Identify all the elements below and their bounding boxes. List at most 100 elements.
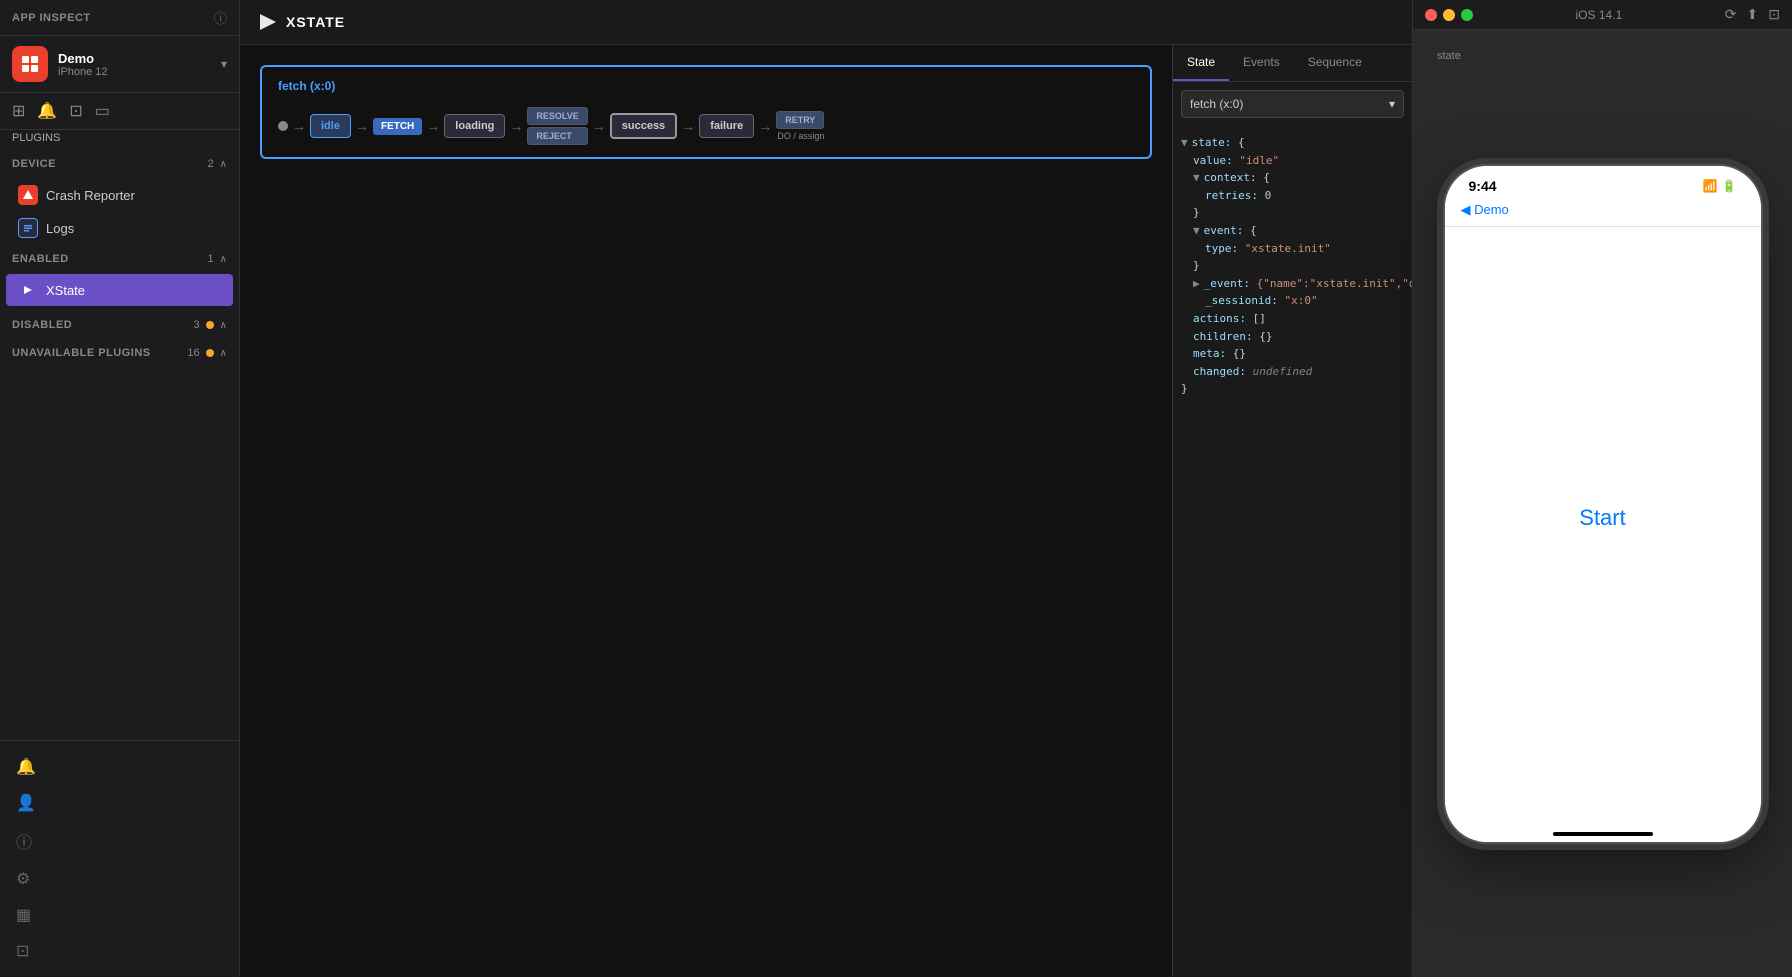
retry-event-btn[interactable]: RETRY bbox=[776, 111, 824, 129]
home-bar-line bbox=[1553, 832, 1653, 836]
logs-label: Logs bbox=[46, 221, 221, 236]
tree-row-13: changed: undefined bbox=[1181, 363, 1404, 381]
tab-events[interactable]: Events bbox=[1229, 45, 1294, 81]
tree-toggle-5[interactable]: ▼ bbox=[1193, 222, 1200, 240]
simulator-title: iOS 14.1 bbox=[1576, 8, 1623, 22]
bottom-user-icon[interactable]: 👤 bbox=[0, 785, 239, 821]
phone-time: 9:44 bbox=[1469, 178, 1497, 194]
phone-status-icons: 📶 🔋 bbox=[1703, 179, 1737, 193]
device-section: Device 2 ∧ Crash Reporter Logs bbox=[0, 150, 239, 245]
sim-share-icon[interactable]: ⬆ bbox=[1747, 6, 1759, 23]
bottom-settings-icon[interactable]: ⚙ bbox=[0, 861, 239, 897]
xstate-icon bbox=[18, 280, 38, 300]
bottom-screen-icon[interactable]: ⊡ bbox=[0, 933, 239, 969]
simulator-panel: iOS 14.1 ⟳ ⬆ ⊡ state 9:44 📶 🔋 ◀ Demo bbox=[1412, 0, 1792, 977]
app-selector[interactable]: Demo iPhone 12 ▾ bbox=[0, 36, 239, 93]
screen-icon[interactable]: ▭ bbox=[95, 101, 110, 121]
app-name: Demo bbox=[58, 51, 221, 66]
main-content: XSTATE fetch (x:0) → idle → bbox=[240, 0, 1412, 977]
app-title: APP INSPECT bbox=[12, 12, 91, 24]
state-diagram[interactable]: fetch (x:0) → idle → FETCH → bbox=[240, 45, 1172, 977]
failure-node[interactable]: failure bbox=[699, 114, 754, 138]
sim-rotate-icon[interactable]: ⟳ bbox=[1725, 6, 1737, 23]
bottom-info-icon[interactable]: ⓘ bbox=[0, 821, 239, 861]
tab-sequence[interactable]: Sequence bbox=[1294, 45, 1376, 81]
device-chevron-icon: ∧ bbox=[220, 159, 227, 170]
bottom-grid-icon[interactable]: ▦ bbox=[0, 897, 239, 933]
grid-icon[interactable]: ⊞ bbox=[12, 101, 25, 121]
device-section-label: Device bbox=[12, 158, 56, 170]
logs-icon bbox=[18, 218, 38, 238]
state-select[interactable]: fetch (x:0) ▾ bbox=[1181, 90, 1404, 118]
unavailable-section-header[interactable]: Unavailable plugins 16 ∧ bbox=[0, 339, 239, 367]
tree-toggle-2[interactable]: ▼ bbox=[1193, 169, 1200, 187]
xstate-header: XSTATE bbox=[240, 0, 1412, 45]
tab-state[interactable]: State bbox=[1173, 45, 1229, 81]
app-chevron-icon[interactable]: ▾ bbox=[221, 57, 227, 71]
camera-icon[interactable]: ⊡ bbox=[69, 101, 82, 121]
tree-row-8: ▶ _event: {"name":"xstate.init","da... bbox=[1181, 275, 1404, 293]
tree-row-6: type: "xstate.init" bbox=[1181, 240, 1404, 258]
tree-row-0: ▼ state: { bbox=[1181, 134, 1404, 152]
device-section-header[interactable]: Device 2 ∧ bbox=[0, 150, 239, 178]
logs-item[interactable]: Logs bbox=[6, 212, 233, 244]
xstate-item[interactable]: XState bbox=[6, 274, 233, 306]
crash-reporter-icon bbox=[18, 185, 38, 205]
minimize-button[interactable] bbox=[1443, 9, 1455, 21]
disabled-section-header[interactable]: Disabled 3 ∧ bbox=[0, 311, 239, 339]
unavailable-section-label: Unavailable plugins bbox=[12, 347, 151, 359]
simulator-titlebar: iOS 14.1 ⟳ ⬆ ⊡ bbox=[1413, 0, 1792, 30]
enabled-count: 1 bbox=[208, 253, 214, 265]
state-select-chevron: ▾ bbox=[1389, 97, 1395, 111]
tree-row-3: retries: 0 bbox=[1181, 187, 1404, 205]
tree-row-10: actions: [] bbox=[1181, 310, 1404, 328]
tree-row-4: } bbox=[1181, 204, 1404, 222]
bell-icon[interactable]: 🔔 bbox=[37, 101, 57, 121]
tree-row-9: _sessionid: "x:0" bbox=[1181, 292, 1404, 310]
state-tree: ▼ state: { value: "idle" ▼ context: { bbox=[1173, 126, 1412, 977]
unavailable-count: 16 bbox=[187, 347, 199, 359]
idle-node[interactable]: idle bbox=[310, 114, 351, 138]
enabled-chevron-icon: ∧ bbox=[220, 254, 227, 265]
phone-frame: 9:44 📶 🔋 ◀ Demo Start bbox=[1443, 164, 1763, 844]
xstate-label: XState bbox=[46, 283, 221, 298]
enabled-section-header[interactable]: Enabled 1 ∧ bbox=[0, 245, 239, 273]
xstate-logo: XSTATE bbox=[256, 10, 345, 34]
traffic-lights bbox=[1425, 9, 1473, 21]
tree-row-7: } bbox=[1181, 257, 1404, 275]
unavailable-section-count: 16 ∧ bbox=[187, 347, 227, 359]
resolve-event-btn[interactable]: RESOLVE bbox=[527, 107, 587, 125]
tree-row-5: ▼ event: { bbox=[1181, 222, 1404, 240]
crash-reporter-item[interactable]: Crash Reporter bbox=[6, 179, 233, 211]
fetch-event-btn[interactable]: FETCH bbox=[373, 118, 422, 135]
info-icon[interactable]: ⓘ bbox=[214, 8, 227, 27]
sidebar-bottom: 🔔 👤 ⓘ ⚙ ▦ ⊡ bbox=[0, 740, 239, 977]
right-panel: State Events Sequence fetch (x:0) ▾ bbox=[1172, 45, 1412, 977]
enabled-section: Enabled 1 ∧ XState bbox=[0, 245, 239, 307]
reject-event-btn[interactable]: REJECT bbox=[527, 127, 587, 145]
fetch-container: fetch (x:0) → idle → FETCH → bbox=[260, 65, 1152, 159]
start-button[interactable]: Start bbox=[1579, 505, 1625, 531]
tree-toggle-8[interactable]: ▶ bbox=[1193, 275, 1200, 293]
enabled-section-label: Enabled bbox=[12, 253, 69, 265]
state-select-value: fetch (x:0) bbox=[1190, 97, 1243, 111]
arrow-4: → bbox=[509, 118, 523, 134]
tree-row-12: meta: {} bbox=[1181, 345, 1404, 363]
loading-label: loading bbox=[455, 120, 494, 132]
bottom-bell-icon[interactable]: 🔔 bbox=[0, 749, 239, 785]
enabled-section-count: 1 ∧ bbox=[208, 253, 227, 265]
disabled-section-count: 3 ∧ bbox=[194, 319, 227, 331]
xstate-logo-text: XSTATE bbox=[286, 14, 345, 30]
maximize-button[interactable] bbox=[1461, 9, 1473, 21]
crash-reporter-label: Crash Reporter bbox=[46, 188, 221, 203]
success-node[interactable]: success bbox=[610, 113, 677, 139]
loading-node[interactable]: loading bbox=[444, 114, 505, 138]
nav-icons-row: ⊞ 🔔 ⊡ ▭ bbox=[0, 93, 239, 130]
tree-toggle-0[interactable]: ▼ bbox=[1181, 134, 1188, 152]
start-dot bbox=[278, 121, 288, 131]
phone-back-button[interactable]: ◀ Demo bbox=[1461, 202, 1509, 218]
close-button[interactable] bbox=[1425, 9, 1437, 21]
sim-fit-icon[interactable]: ⊡ bbox=[1768, 6, 1780, 23]
app-info: Demo iPhone 12 bbox=[58, 51, 221, 78]
xstate-body: fetch (x:0) → idle → FETCH → bbox=[240, 45, 1412, 977]
